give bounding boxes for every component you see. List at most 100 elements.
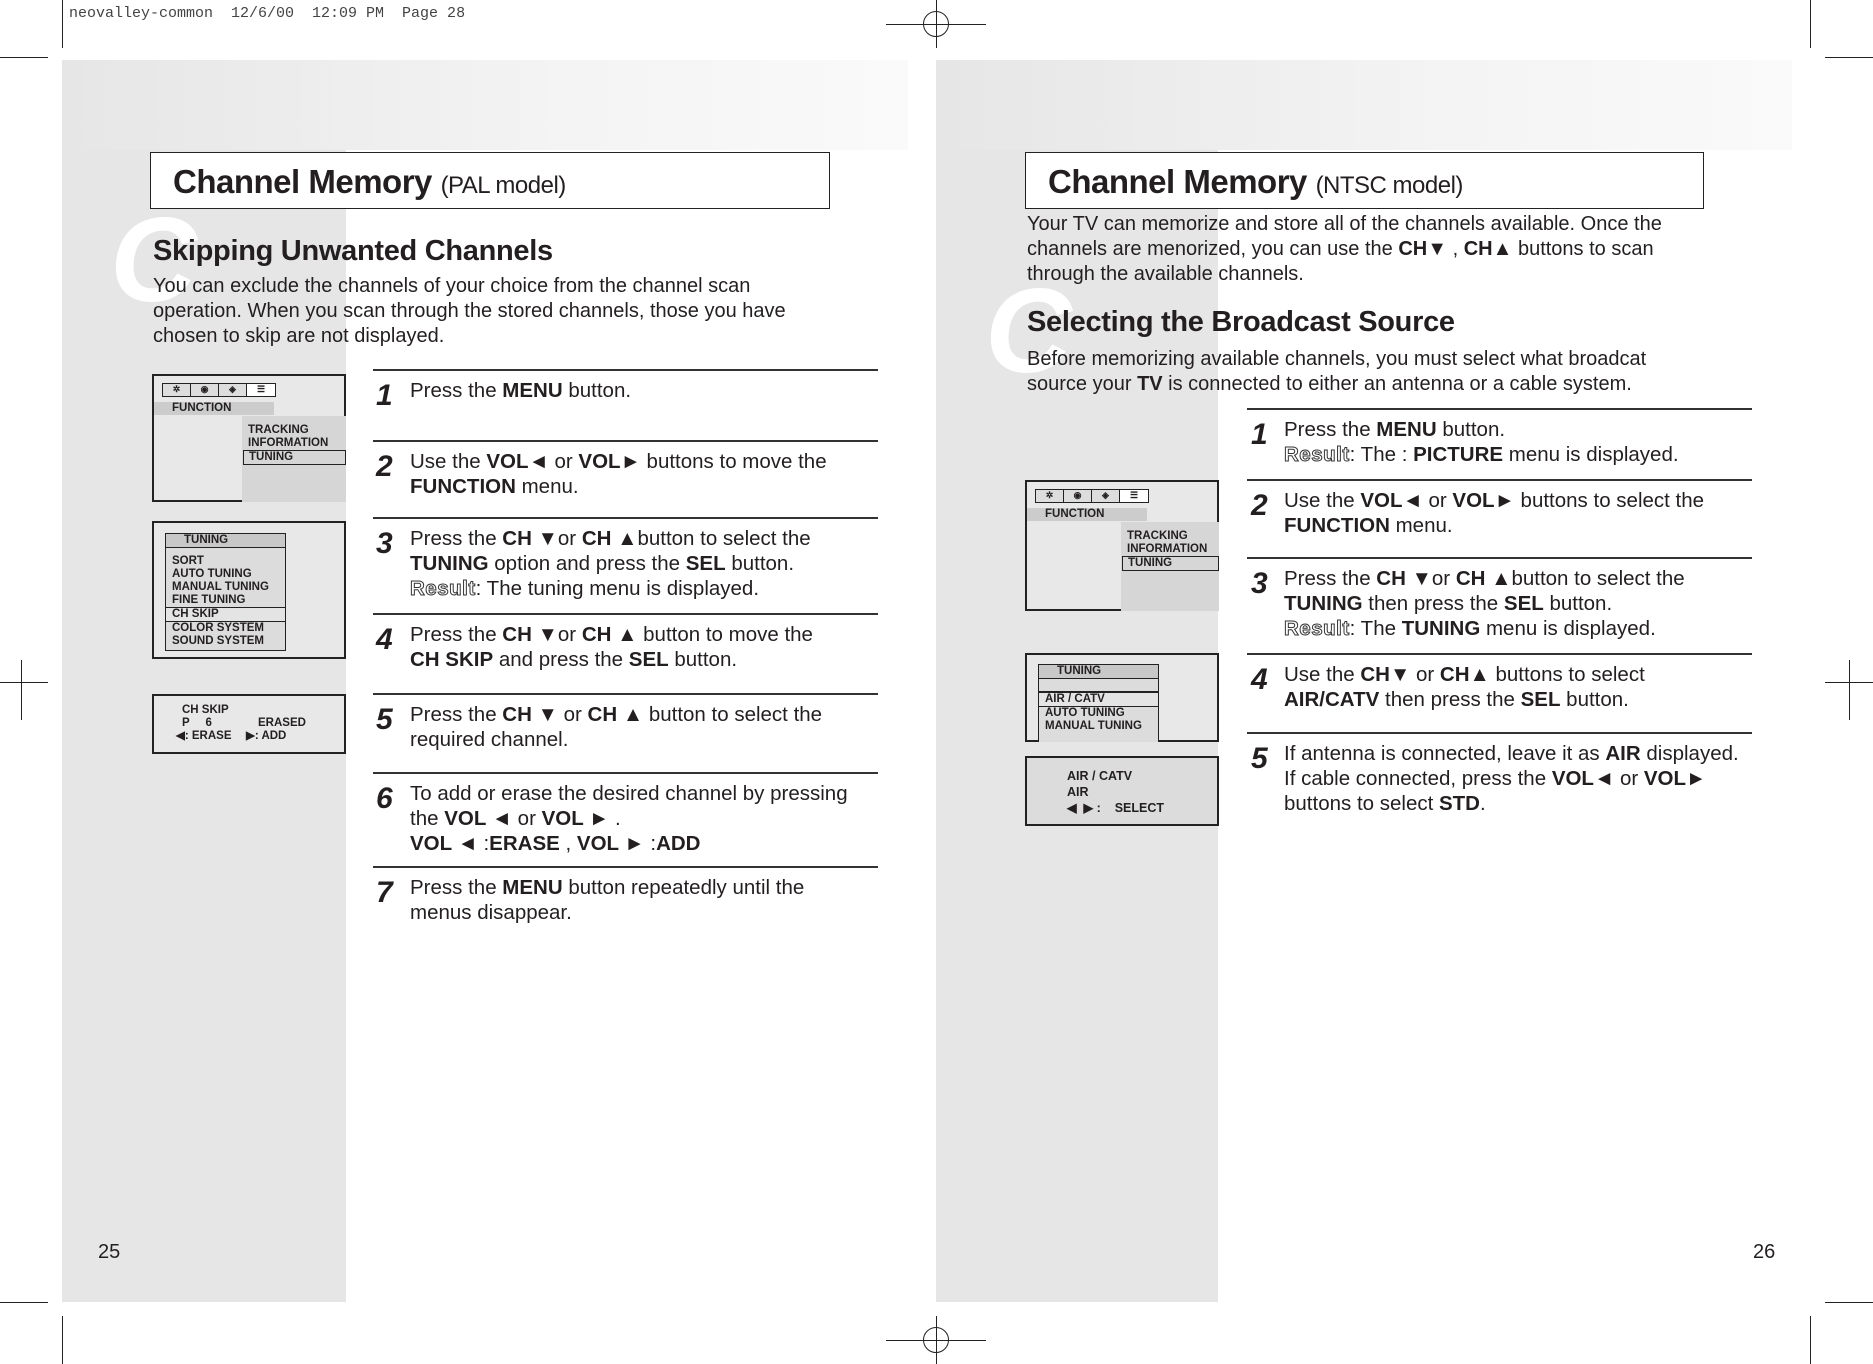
intro-text: You can exclude the channels of your cho… xyxy=(153,274,786,349)
result-label: Result xyxy=(410,577,476,601)
intro-line: You can exclude the channels of your cho… xyxy=(153,275,751,297)
picture-icon: ✲ xyxy=(1036,490,1064,502)
registration-mark xyxy=(1825,682,1873,683)
text-line: Use the VOL◄ or VOL► buttons to select t… xyxy=(1284,488,1704,513)
text-run: Your TV can memorize and store all of th… xyxy=(1027,213,1662,235)
text-line: buttons to select STD. xyxy=(1284,791,1739,816)
osd-line: ▶: ADD xyxy=(246,730,287,742)
registration-mark xyxy=(0,682,48,683)
text-run: menu. xyxy=(515,475,579,498)
bold-term: CH ▲ xyxy=(581,623,638,646)
step-divider xyxy=(1247,408,1752,410)
bold-term: VOL ► xyxy=(541,807,610,830)
text-run: : The xyxy=(1349,617,1402,640)
text-line: required channel. xyxy=(410,727,822,752)
text-line: Press the MENU button. xyxy=(1284,417,1679,442)
text-line: TUNING then press the SEL button. xyxy=(1284,591,1685,616)
menu-item: MANUAL TUNING xyxy=(1045,720,1142,732)
text-line: Result: The TUNING menu is displayed. xyxy=(1284,616,1685,641)
osd-ch-skip: CH SKIP P 6 ERASED ◀: ERASE ▶: ADD xyxy=(152,694,346,754)
osd-line: CH SKIP xyxy=(182,704,229,716)
text-run: option and press the xyxy=(488,552,686,575)
step-number: 3 xyxy=(1251,567,1268,600)
crop-mark xyxy=(0,1302,48,1303)
step-divider xyxy=(373,517,878,519)
osd-line: ◀ ▶ : SELECT xyxy=(1067,801,1165,815)
registration-mark xyxy=(21,660,22,720)
text-line: VOL ◄ :ERASE , VOL ► :ADD xyxy=(410,831,848,856)
registration-mark xyxy=(1849,660,1850,720)
bold-term: ADD xyxy=(656,832,701,855)
title-text: Channel Memory xyxy=(1048,163,1307,200)
text-run: buttons to select xyxy=(1489,663,1645,686)
bold-term: VOL◄ xyxy=(1360,489,1423,512)
text-line: Result: The tuning menu is displayed. xyxy=(410,576,811,601)
text-run: button. xyxy=(725,552,795,575)
bold-term: VOL ◄ xyxy=(444,807,512,830)
bold-term: CH SKIP xyxy=(410,648,494,671)
bold-term: CH▲ xyxy=(1463,238,1513,260)
step-divider xyxy=(1247,479,1752,481)
text-run: , xyxy=(559,832,577,855)
menu-item: SOUND SYSTEM xyxy=(172,635,265,647)
text-run: or xyxy=(1614,767,1644,790)
bold-term: VOL◄ xyxy=(1551,767,1615,790)
text-run: or xyxy=(557,527,582,550)
menu-item: FINE TUNING xyxy=(172,594,246,606)
bold-term: SEL xyxy=(1503,592,1544,615)
bold-term: CH ▲ xyxy=(1455,567,1512,590)
step-number: 1 xyxy=(376,379,393,412)
title-subtitle: (NTSC model) xyxy=(1315,172,1464,199)
text-line: Your TV can memorize and store all of th… xyxy=(1027,212,1662,237)
step-number: 5 xyxy=(376,703,393,736)
osd-tuning-menu: TUNING AIR / CATV AUTO TUNING MANUAL TUNIN… xyxy=(1025,653,1219,742)
text-line: Before memorizing available channels, yo… xyxy=(1027,347,1646,372)
text-line: FUNCTION menu. xyxy=(1284,513,1704,538)
text-line: Press the CH ▼or CH ▲button to select th… xyxy=(410,526,811,551)
text-run: Before memorizing available channels, yo… xyxy=(1027,348,1647,370)
text-run: source your xyxy=(1027,373,1138,395)
registration-mark xyxy=(923,1327,949,1353)
step-text: Use the VOL◄ or VOL► buttons to move the… xyxy=(410,449,827,499)
text-run: buttons to select xyxy=(1284,792,1439,815)
text-run: or xyxy=(548,450,579,473)
step-divider xyxy=(373,693,878,695)
step-number: 2 xyxy=(1251,489,1268,522)
crop-mark xyxy=(1825,57,1873,58)
text-line: If antenna is connected, leave it as AIR… xyxy=(1284,741,1739,766)
bold-term: TUNING xyxy=(410,552,489,575)
bold-term: SEL xyxy=(628,648,669,671)
text-run: or xyxy=(511,807,542,830)
text-run: button to select the xyxy=(643,703,823,726)
submenu-panel: TRACKING INFORMATION TUNING xyxy=(242,416,346,502)
text-run: button to move the xyxy=(637,623,813,646)
text-line: Press the CH ▼or CH ▲ button to move the xyxy=(410,622,813,647)
text-run: To add or erase the desired channel by p… xyxy=(410,782,848,805)
picture-icon: ✲ xyxy=(163,384,191,396)
text-run: : xyxy=(477,832,490,855)
text-line: Result: The : PICTURE menu is displayed. xyxy=(1284,442,1679,467)
channel-icon: ◈ xyxy=(219,384,247,396)
osd-line: ◀: ERASE xyxy=(176,730,232,742)
bold-term: CH▼ xyxy=(1360,663,1411,686)
text-line: Use the VOL◄ or VOL► buttons to move the xyxy=(410,449,827,474)
menu-item: TRACKING xyxy=(1127,530,1188,542)
submenu-panel: TRACKING INFORMATION TUNING xyxy=(1121,522,1219,611)
bold-term: PICTURE xyxy=(1413,443,1504,466)
menu-item: AUTO TUNING xyxy=(1045,707,1125,719)
osd-function-menu: ✲ ◉ ◈ ☰ FUNCTION TRACKING INFORMATION TUNIN… xyxy=(1025,480,1219,611)
menu-icons: ✲ ◉ ◈ ☰ xyxy=(162,383,276,397)
bold-term: TV xyxy=(1137,373,1163,395)
bold-term: SEL xyxy=(1520,688,1561,711)
bold-term: CH ▼ xyxy=(1376,567,1432,590)
registration-mark xyxy=(923,11,949,37)
bold-term: FUNCTION xyxy=(410,475,516,498)
function-label: FUNCTION xyxy=(154,402,274,415)
text-run: buttons to select the xyxy=(1514,489,1705,512)
menu-icons: ✲ ◉ ◈ ☰ xyxy=(1035,489,1149,503)
bold-term: STD xyxy=(1438,792,1480,815)
text-run: buttons to move the xyxy=(640,450,827,473)
bold-term: SEL xyxy=(685,552,726,575)
bold-term: CH ▼ xyxy=(502,527,558,550)
text-run: button repeatedly until the xyxy=(562,876,805,899)
